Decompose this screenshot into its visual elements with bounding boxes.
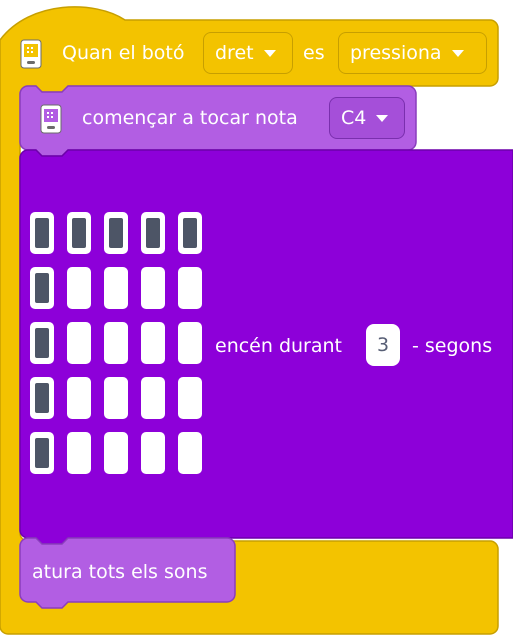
matrix-pixel-r4-c3[interactable] [104, 377, 128, 419]
matrix-pixel-r5-c2[interactable] [67, 432, 91, 474]
seconds-input[interactable]: 3 [366, 324, 400, 366]
matrix-pixel-r4-c2[interactable] [67, 377, 91, 419]
matrix-pixel-r1-c2[interactable] [67, 212, 91, 254]
light-label: encén durant [215, 335, 342, 357]
matrix-pixel-r5-c4[interactable] [141, 432, 165, 474]
matrix-pixel-r3-c1[interactable] [30, 322, 54, 364]
stop-sounds-label: atura tots els sons [32, 561, 208, 583]
note-value: C4 [341, 107, 367, 129]
play-note-label: començar a tocar nota [82, 107, 298, 129]
matrix-pixel-r2-c3[interactable] [104, 267, 128, 309]
chevron-down-icon [451, 49, 464, 57]
matrix-pixel-r1-c5[interactable] [178, 212, 202, 254]
matrix-pixel-r4-c1[interactable] [30, 377, 54, 419]
matrix-pixel-r4-c5[interactable] [178, 377, 202, 419]
matrix-pixel-r1-c4[interactable] [141, 212, 165, 254]
matrix-pixel-r2-c2[interactable] [67, 267, 91, 309]
hat-text-before: Quan el botó [62, 42, 185, 64]
button-state-value: pressiona [350, 42, 442, 64]
button-side-dropdown[interactable]: dret [203, 32, 293, 74]
matrix-pixel-r1-c1[interactable] [30, 212, 54, 254]
matrix-pixel-r4-c4[interactable] [141, 377, 165, 419]
hub-icon [40, 104, 62, 134]
matrix-pixel-r1-c3[interactable] [104, 212, 128, 254]
hub-icon [20, 39, 42, 69]
seconds-suffix: - segons [412, 335, 493, 357]
matrix-pixel-r2-c4[interactable] [141, 267, 165, 309]
matrix-pixel-r3-c5[interactable] [178, 322, 202, 364]
matrix-pixel-r5-c5[interactable] [178, 432, 202, 474]
seconds-value: 3 [376, 334, 390, 356]
matrix-pixel-r5-c3[interactable] [104, 432, 128, 474]
button-state-dropdown[interactable]: pressiona [338, 32, 487, 74]
matrix-pixel-r3-c3[interactable] [104, 322, 128, 364]
chevron-down-icon [263, 49, 276, 57]
chevron-down-icon [376, 114, 389, 122]
matrix-pixel-r5-c1[interactable] [30, 432, 54, 474]
hat-text-middle: es [303, 42, 325, 64]
matrix-pixel-r3-c2[interactable] [67, 322, 91, 364]
note-dropdown[interactable]: C4 [329, 97, 405, 139]
matrix-pixel-r3-c4[interactable] [141, 322, 165, 364]
button-side-value: dret [215, 42, 254, 64]
matrix-pixel-r2-c1[interactable] [30, 267, 54, 309]
matrix-pixel-r2-c5[interactable] [178, 267, 202, 309]
